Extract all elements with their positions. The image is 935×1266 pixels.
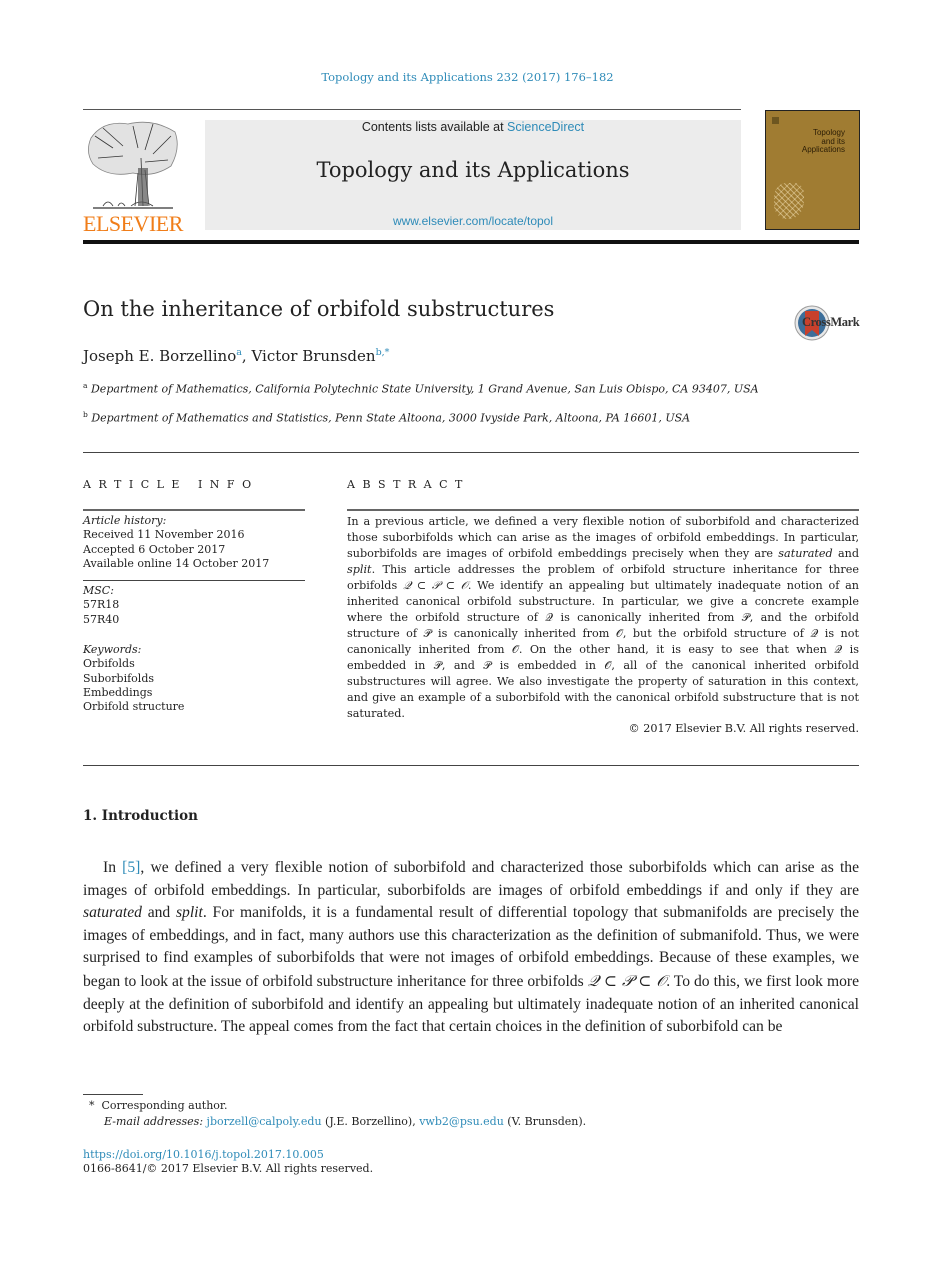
email-link[interactable]: jborzell@calpoly.edu <box>207 1115 322 1128</box>
abstract-emphasis: saturated <box>778 547 833 560</box>
abstract-copyright: © 2017 Elsevier B.V. All rights reserved… <box>628 722 859 735</box>
affiliation: b Department of Mathematics and Statisti… <box>83 408 763 426</box>
affiliation-mark: b <box>83 410 88 419</box>
journal-reference-link[interactable]: Topology and its Applications 232 (2017)… <box>0 70 935 84</box>
msc-code: 57R40 <box>83 612 120 626</box>
abstract-segment: and <box>832 547 860 560</box>
email-addresses-note: E-mail addresses: jborzell@calpoly.edu (… <box>104 1115 586 1128</box>
cover-title-line: Applications <box>801 145 845 154</box>
author-name[interactable]: Victor Brunsden <box>251 347 375 365</box>
section-heading: 1. Introduction <box>83 808 198 824</box>
keyword: Orbifolds <box>83 657 135 671</box>
footnote-marker: * <box>89 1099 95 1112</box>
introduction-paragraph: In [5], we defined a very flexible notio… <box>83 857 859 1039</box>
affiliation-mark: a <box>83 381 88 390</box>
abstract-divider <box>347 509 859 511</box>
history-item: Received 11 November 2016 <box>83 528 245 542</box>
paragraph-segment: and <box>141 904 176 922</box>
section-divider <box>83 452 859 453</box>
affiliation: a Department of Mathematics, California … <box>83 379 763 397</box>
history-item: Accepted 6 October 2017 <box>83 542 226 556</box>
author-name[interactable]: Joseph E. Borzellino <box>83 347 236 365</box>
email-owner: (V. Brunsden). <box>503 1115 587 1128</box>
section-divider <box>83 765 859 766</box>
cover-title: Topology and its Applications <box>801 128 845 155</box>
email-link[interactable]: vwb2@psu.edu <box>419 1115 504 1128</box>
email-owner: (J.E. Borzellino), <box>321 1115 420 1128</box>
corresponding-author-note: * Corresponding author. <box>89 1099 227 1112</box>
abstract-emphasis: split <box>347 563 372 576</box>
keywords-label: Keywords: <box>83 643 142 656</box>
paragraph-emphasis: split <box>175 904 203 922</box>
math-expression: 𝒬 ⊂ 𝒫 ⊂ 𝒪 <box>402 579 468 592</box>
keyword: Suborbifolds <box>83 671 155 685</box>
abstract-text: In a previous article, we defined a very… <box>347 514 859 722</box>
email-label: E-mail addresses: <box>104 1115 204 1128</box>
sciencedirect-link[interactable]: ScienceDirect <box>507 120 584 134</box>
journal-title: Topology and its Applications <box>316 158 630 182</box>
article-info-divider <box>83 580 305 581</box>
paragraph-segment: , we defined a very flexible notion of s… <box>83 859 859 899</box>
header-thick-divider <box>83 240 859 244</box>
history-label: Article history: <box>83 514 167 527</box>
paragraph-segment: In <box>103 859 123 876</box>
cover-pattern-icon <box>774 183 804 219</box>
contents-availability: Contents lists available at ScienceDirec… <box>205 120 741 134</box>
keywords: Keywords: Orbifolds Suborbifolds Embeddi… <box>83 643 184 714</box>
journal-url-link[interactable]: www.elsevier.com/locate/topol <box>205 214 741 228</box>
abstract-segment: . We identify an appealing but ultimatel… <box>347 579 859 720</box>
journal-cover-image: Topology and its Applications <box>765 110 860 230</box>
crossmark-label[interactable]: CrossMark <box>802 315 860 330</box>
article-info-heading: ARTICLE INFO <box>83 478 259 491</box>
header-divider <box>83 109 741 110</box>
msc-codes: MSC: 57R18 57R40 <box>83 584 119 627</box>
affiliation-text: Department of Mathematics and Statistics… <box>91 411 691 425</box>
contents-prefix: Contents lists available at <box>361 120 508 134</box>
author-affiliation-mark[interactable]: b,* <box>376 347 390 358</box>
paragraph-emphasis: saturated <box>83 904 142 922</box>
msc-code: 57R18 <box>83 598 120 612</box>
history-item: Available online 14 October 2017 <box>83 556 270 570</box>
keyword: Orbifold structure <box>83 700 185 714</box>
footnote-text: Corresponding author. <box>101 1099 228 1112</box>
article-title: On the inheritance of orbifold substruct… <box>83 297 555 321</box>
affiliation-text: Department of Mathematics, California Po… <box>90 382 759 396</box>
msc-label: MSC: <box>83 584 114 597</box>
abstract-heading: ABSTRACT <box>347 478 470 491</box>
author-list: Joseph E. Borzellinoa, Victor Brunsdenb,… <box>83 347 389 365</box>
article-info-divider <box>83 509 305 511</box>
elsevier-wordmark: ELSEVIER <box>83 211 183 236</box>
keyword: Embeddings <box>83 685 153 699</box>
citation-link[interactable]: [5] <box>122 859 140 876</box>
footnote-divider <box>83 1094 143 1095</box>
doi-link[interactable]: https://doi.org/10.1016/j.topol.2017.10.… <box>83 1148 324 1161</box>
issn-copyright: 0166-8641/© 2017 Elsevier B.V. All right… <box>83 1162 374 1175</box>
math-expression: 𝒬 ⊂ 𝒫 ⊂ 𝒪 <box>587 971 667 990</box>
article-history: Article history: Received 11 November 20… <box>83 514 269 571</box>
cover-publisher-mark-icon <box>772 117 779 124</box>
